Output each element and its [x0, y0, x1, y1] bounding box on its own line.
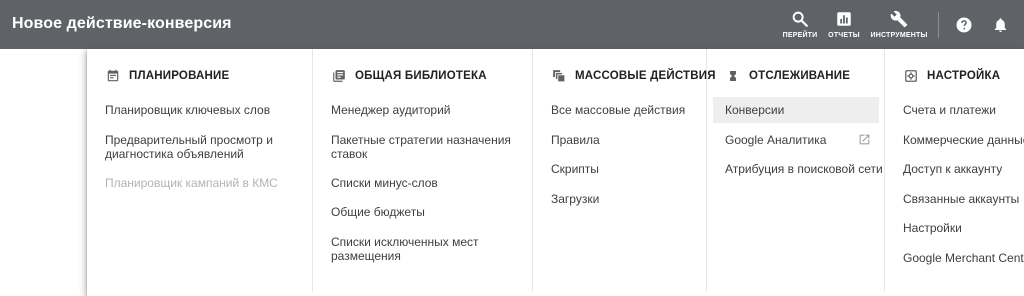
column-header-shared-library: ОБЩАЯ БИБЛИОТЕКА — [331, 68, 487, 84]
menu-item-placement-exclusions-line1[interactable]: Списки исключенных мест — [331, 235, 479, 249]
column-header-planning: ПЛАНИРОВАНИЕ — [105, 68, 229, 84]
column-title-shared-library: ОБЩАЯ БИБЛИОТЕКА — [355, 70, 487, 82]
column-title-measurement: ОТСЛЕЖИВАНИЕ — [749, 70, 851, 82]
column-title-bulk-actions: МАССОВЫЕ ДЕЙСТВИЯ — [575, 70, 716, 82]
menu-item-scripts[interactable]: Скрипты — [551, 162, 599, 176]
menu-item-business-data[interactable]: Коммерческие данные — [903, 133, 1024, 147]
library-icon — [331, 68, 347, 84]
menu-item-display-planner: Планировщик кампаний в КМС — [105, 176, 278, 190]
search-icon — [792, 11, 808, 27]
reports-button[interactable]: ОТЧЕТЫ — [827, 10, 861, 39]
bar-chart-icon — [837, 12, 851, 26]
menu-item-shared-budgets[interactable]: Общие бюджеты — [331, 205, 425, 219]
help-button[interactable] — [955, 16, 973, 39]
bulk-actions-icon — [551, 68, 567, 84]
menu-item-bid-strategies-line2[interactable]: ставок — [331, 147, 367, 161]
menu-item-billing[interactable]: Счета и платежи — [903, 103, 996, 117]
menu-item-bid-strategies-line1[interactable]: Пакетные стратегии назначения — [331, 133, 511, 147]
menu-item-audience-manager[interactable]: Менеджер аудиторий — [331, 103, 451, 117]
calendar-icon — [105, 68, 121, 84]
reports-label: ОТЧЕТЫ — [828, 32, 860, 39]
menu-item-uploads[interactable]: Загрузки — [551, 192, 599, 206]
column-header-bulk-actions: МАССОВЫЕ ДЕЙСТВИЯ — [551, 68, 716, 84]
menu-item-keyword-planner[interactable]: Планировщик ключевых слов — [105, 103, 270, 117]
menu-item-conversions[interactable]: Конверсии — [713, 97, 879, 123]
menu-item-merchant-center[interactable]: Google Merchant Center — [903, 251, 1024, 265]
column-title-setup: НАСТРОЙКА — [927, 70, 1001, 82]
help-icon — [956, 17, 972, 33]
tools-button[interactable]: ИНСТРУМЕНТЫ — [870, 10, 928, 39]
menu-column-measurement: ОТСЛЕЖИВАНИЕ Конверсии Google Аналитика … — [707, 49, 885, 292]
bell-icon — [994, 18, 1007, 33]
menu-item-all-bulk-actions[interactable]: Все массовые действия — [551, 103, 685, 117]
menu-column-planning: ПЛАНИРОВАНИЕ Планировщик ключевых слов П… — [87, 49, 313, 292]
top-bar: Новое действие-конверсия ПЕРЕЙТИ ОТЧЕТЫ … — [0, 0, 1024, 49]
wrench-icon — [890, 10, 908, 28]
notifications-button[interactable] — [992, 16, 1009, 39]
menu-item-ad-preview-line2[interactable]: диагностика объявлений — [105, 147, 244, 161]
menu-item-settings[interactable]: Настройки — [903, 221, 962, 235]
menu-column-bulk-actions: МАССОВЫЕ ДЕЙСТВИЯ Все массовые действия … — [533, 49, 716, 292]
menu-item-negative-keyword-lists[interactable]: Списки минус-слов — [331, 176, 438, 190]
menu-item-rules[interactable]: Правила — [551, 133, 600, 147]
column-header-setup: НАСТРОЙКА — [903, 68, 1000, 84]
go-to-label: ПЕРЕЙТИ — [782, 32, 818, 39]
tools-menu-panel: ПЛАНИРОВАНИЕ Планировщик ключевых слов П… — [87, 49, 1024, 296]
menu-item-account-access[interactable]: Доступ к аккаунту — [903, 162, 1002, 176]
menu-item-linked-accounts[interactable]: Связанные аккаунты — [903, 192, 1019, 206]
column-header-measurement: ОТСЛЕЖИВАНИЕ — [725, 68, 850, 84]
menu-item-placement-exclusions-line2[interactable]: размещения — [331, 249, 401, 263]
menu-item-search-attribution[interactable]: Атрибуция в поисковой сети — [725, 162, 883, 176]
left-page-area — [0, 49, 87, 296]
settings-icon — [903, 68, 919, 84]
external-link-icon[interactable] — [858, 133, 871, 146]
menu-item-google-analytics[interactable]: Google Аналитика — [725, 133, 826, 147]
page-title: Новое действие-конверсия — [12, 15, 232, 32]
go-to-button[interactable]: ПЕРЕЙТИ — [782, 10, 818, 39]
hourglass-icon — [725, 68, 741, 84]
menu-column-setup: НАСТРОЙКА Счета и платежи Коммерческие д… — [885, 49, 1024, 292]
header-divider — [938, 12, 939, 38]
tools-label: ИНСТРУМЕНТЫ — [870, 32, 928, 39]
column-title-planning: ПЛАНИРОВАНИЕ — [129, 70, 230, 82]
menu-item-ad-preview-line1[interactable]: Предварительный просмотр и — [105, 133, 273, 147]
menu-column-shared-library: ОБЩАЯ БИБЛИОТЕКА Менеджер аудиторий Паке… — [313, 49, 533, 292]
